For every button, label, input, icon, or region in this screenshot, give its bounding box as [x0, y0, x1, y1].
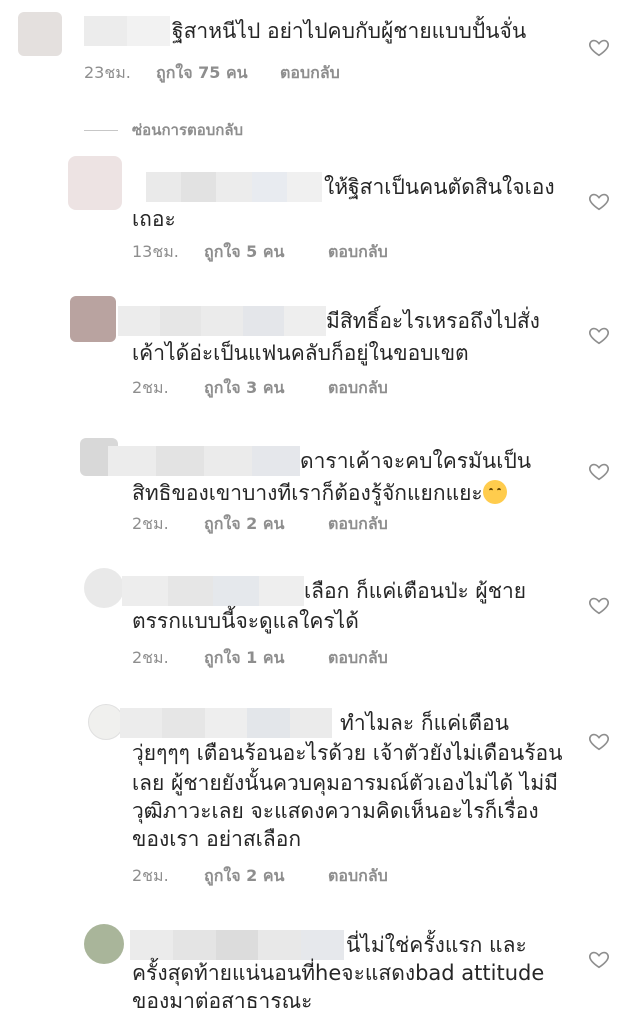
likes-count[interactable]: ถูกใจ 3 คน: [204, 376, 328, 401]
hugging-face-emoji-icon: [482, 480, 507, 504]
like-heart-icon[interactable]: [588, 190, 610, 212]
username-redacted[interactable]: [118, 306, 326, 336]
comment-text: เลย ผู้ชายยังนั้นควบคุมอารมณ์ตัวเองไม่ได…: [132, 771, 559, 795]
hide-replies-button[interactable]: ซ่อนการตอบกลับ: [84, 118, 243, 142]
comment-text: เค้าได้อ่ะเป็นแฟนคลับก็อยู่ในขอบเขต: [132, 341, 469, 365]
comment-time: 2ชม.: [132, 378, 169, 397]
likes-count[interactable]: ถูกใจ 2 คน: [204, 864, 328, 889]
comment-text: ของมาต่อสาธารณะ: [132, 989, 313, 1013]
avatar[interactable]: [68, 156, 122, 210]
avatar[interactable]: [18, 12, 62, 56]
comment-text: สิทธิของเขาบางทีเราก็ต้องรู้จักแยกแยะ: [132, 478, 507, 508]
like-heart-icon[interactable]: [588, 36, 610, 58]
comment-item: ให้ฐิสาเป็นคนตัดสินใจเอง เถอะ 13ชม. ถูกใ…: [0, 150, 643, 280]
comment-text: ฐิสาหนีไป อย่าไปคบกับผู้ชายแบบปั้นจั่น: [172, 19, 527, 43]
comment-meta: 13ชม. ถูกใจ 5 คน ตอบกลับ: [132, 240, 388, 265]
comment-meta: 23ชม. ถูกใจ 75 คน ตอบกลับ: [84, 61, 340, 86]
comment-item: เลือก ก็แค่เตือนป่ะ ผู้ชาย ตรรกแบบนี้จะด…: [0, 564, 643, 684]
avatar[interactable]: [70, 296, 116, 342]
comment-text: เถอะ: [132, 207, 176, 231]
comment-item: นี่ไม่ใช่ครั้งแรก และ ครั้งสุดท้ายแน่นอน…: [0, 920, 643, 1024]
comment-item: มีสิทธิ์อะไรเหรอถึงไปสั่ง เค้าได้อ่ะเป็น…: [0, 290, 643, 410]
comment-meta: 2ชม. ถูกใจ 2 คน ตอบกลับ: [132, 864, 388, 889]
comment-text: มีสิทธิ์อะไรเหรอถึงไปสั่ง: [326, 309, 540, 333]
comment-meta: 2ชม. ถูกใจ 2 คน ตอบกลับ: [132, 512, 388, 537]
comment-time: 2ชม.: [132, 514, 169, 533]
comment-text: วุฒิภาวะเลย จะแสดงความคิดเห็นอะไรก็เรื่อ…: [132, 799, 539, 823]
comment-time: 13ชม.: [132, 242, 179, 261]
likes-count[interactable]: ถูกใจ 5 คน: [204, 240, 328, 265]
username-redacted[interactable]: [122, 576, 304, 606]
username-redacted[interactable]: [146, 172, 323, 202]
avatar[interactable]: [88, 704, 124, 740]
like-heart-icon[interactable]: [588, 594, 610, 616]
comment-text: เลือก ก็แค่เตือนป่ะ ผู้ชาย: [304, 579, 527, 603]
comment-text: นี่ไม่ใช่ครั้งแรก และ: [346, 933, 527, 957]
like-heart-icon[interactable]: [588, 730, 610, 752]
comment-meta: 2ชม. ถูกใจ 3 คน ตอบกลับ: [132, 376, 388, 401]
comment-time: 2ชม.: [132, 866, 169, 885]
comment-time: 2ชม.: [132, 648, 169, 667]
username-redacted[interactable]: [120, 708, 333, 738]
comment-meta: 2ชม. ถูกใจ 1 คน ตอบกลับ: [132, 646, 388, 671]
comment-text: วุ่ยๆๆๆ เตือนร้อนอะไรด้วย เจ้าตัวยังไม่เ…: [132, 741, 563, 765]
like-heart-icon[interactable]: [588, 460, 610, 482]
reply-button[interactable]: ตอบกลับ: [328, 240, 388, 265]
hide-replies-label: ซ่อนการตอบกลับ: [132, 121, 244, 139]
reply-button[interactable]: ตอบกลับ: [328, 646, 388, 671]
comment-text: ทำไมละ ก็แค่เตือน: [340, 711, 509, 735]
comment-item: ทำไมละ ก็แค่เตือน วุ่ยๆๆๆ เตือนร้อนอะไรด…: [0, 700, 643, 900]
comment-text-line: สิทธิของเขาบางทีเราก็ต้องรู้จักแยกแยะ: [132, 481, 483, 505]
username-redacted[interactable]: [84, 16, 170, 46]
comment-text: ให้ฐิสาเป็นคนตัดสินใจเอง: [324, 175, 555, 199]
reply-button[interactable]: ตอบกลับ: [328, 376, 388, 401]
comment-time: 23ชม.: [84, 63, 131, 82]
comment-item: ดาราเค้าจะคบใครมันเป็น สิทธิของเขาบางทีเ…: [0, 432, 643, 552]
likes-count[interactable]: ถูกใจ 2 คน: [204, 512, 328, 537]
reply-button[interactable]: ตอบกลับ: [328, 864, 388, 889]
divider: [84, 129, 118, 131]
reply-button[interactable]: ตอบกลับ: [328, 512, 388, 537]
reply-button[interactable]: ตอบกลับ: [280, 61, 340, 86]
like-heart-icon[interactable]: [588, 948, 610, 970]
comment-item: ฐิสาหนีไป อย่าไปคบกับผู้ชายแบบปั้นจั่น 2…: [0, 0, 643, 110]
comment-text: ครั้งสุดท้ายแน่นอนที่heจะแสดงbad attitud…: [132, 961, 545, 985]
comment-text: ของเรา อย่าสเลือก: [132, 827, 302, 851]
avatar[interactable]: [84, 924, 124, 964]
username-redacted[interactable]: [108, 446, 300, 476]
like-heart-icon[interactable]: [588, 324, 610, 346]
comment-text: ดาราเค้าจะคบใครมันเป็น: [300, 449, 532, 473]
avatar[interactable]: [84, 568, 124, 608]
comment-text: ตรรกแบบนี้จะดูแลใครได้: [132, 609, 359, 633]
username-redacted[interactable]: [130, 930, 344, 960]
likes-count[interactable]: ถูกใจ 75 คน: [156, 61, 280, 86]
likes-count[interactable]: ถูกใจ 1 คน: [204, 646, 328, 671]
